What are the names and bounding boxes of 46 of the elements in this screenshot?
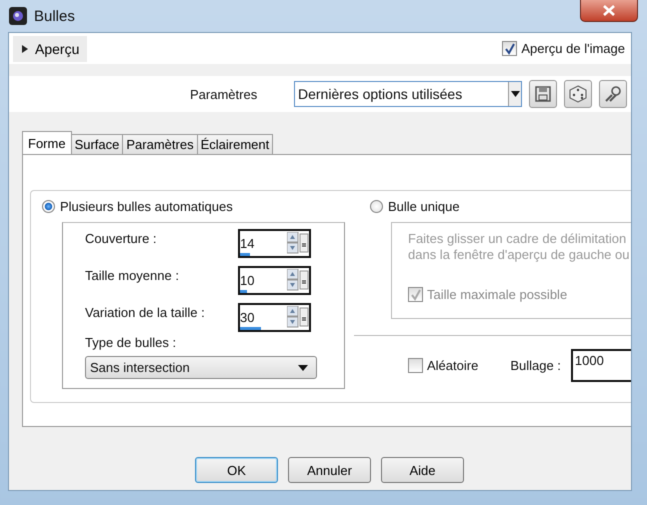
- spin-field[interactable]: 30: [238, 303, 311, 332]
- field-label: Bullage :: [510, 358, 561, 373]
- presets-dropdown[interactable]: Dernières options utilisées: [294, 81, 522, 107]
- close-icon: [603, 5, 615, 16]
- checkbox-label: Taille maximale possible: [427, 287, 568, 302]
- radio-label: Plusieurs bulles automatiques: [60, 199, 233, 214]
- reset-button[interactable]: [599, 80, 627, 108]
- field-label: Taille moyenne :: [85, 267, 180, 283]
- radio-label: Bulle unique: [388, 199, 460, 214]
- field-label: Couverture :: [85, 230, 158, 246]
- app-icon: [8, 6, 28, 26]
- save-button[interactable]: [529, 80, 557, 108]
- spinner-icon: [287, 232, 309, 254]
- magnifier-icon: [604, 85, 622, 103]
- floppy-icon: [535, 86, 551, 102]
- window-title: Bulles: [34, 8, 76, 24]
- checkbox[interactable]: [408, 358, 423, 373]
- bubbling-field[interactable]: 1000: [570, 349, 631, 382]
- tab[interactable]: Surface: [70, 134, 124, 154]
- caret-icon: [510, 91, 520, 97]
- dialog-button[interactable]: OK: [195, 457, 278, 483]
- dice-button[interactable]: [564, 80, 592, 108]
- field-label: Variation de la taille :: [85, 304, 206, 320]
- tab[interactable]: Éclairement: [196, 134, 274, 154]
- radio-button[interactable]: [42, 200, 55, 213]
- close-button[interactable]: [580, 0, 638, 22]
- preview-toggle[interactable]: Aperçu: [13, 36, 88, 62]
- radio-button[interactable]: [370, 200, 383, 213]
- caret-icon: [298, 364, 308, 370]
- dialog-button[interactable]: Annuler: [288, 457, 371, 483]
- checkbox-label: Aperçu de l'image: [521, 41, 625, 56]
- checkbox[interactable]: [502, 41, 518, 56]
- triangle-icon: [21, 44, 29, 54]
- hint-text: Faites glisser un cadre de délimitation dans la fenêtre d'aperçu de gauche ou: [408, 231, 630, 263]
- dice-icon: [569, 85, 587, 103]
- presets-label: Paramètres: [190, 86, 258, 102]
- spinner-icon: [287, 269, 309, 291]
- field-label: Type de bulles :: [85, 334, 178, 350]
- spinner-icon: [287, 306, 309, 328]
- dialog-button[interactable]: Aide: [381, 457, 464, 483]
- tab[interactable]: Paramètres: [122, 134, 198, 154]
- spin-field[interactable]: 10: [238, 266, 311, 295]
- checkbox-label: Aléatoire: [427, 358, 478, 373]
- tab[interactable]: Forme: [22, 131, 72, 154]
- spin-field[interactable]: 14: [238, 229, 311, 258]
- bubble-type-dropdown[interactable]: Sans intersection: [85, 356, 317, 379]
